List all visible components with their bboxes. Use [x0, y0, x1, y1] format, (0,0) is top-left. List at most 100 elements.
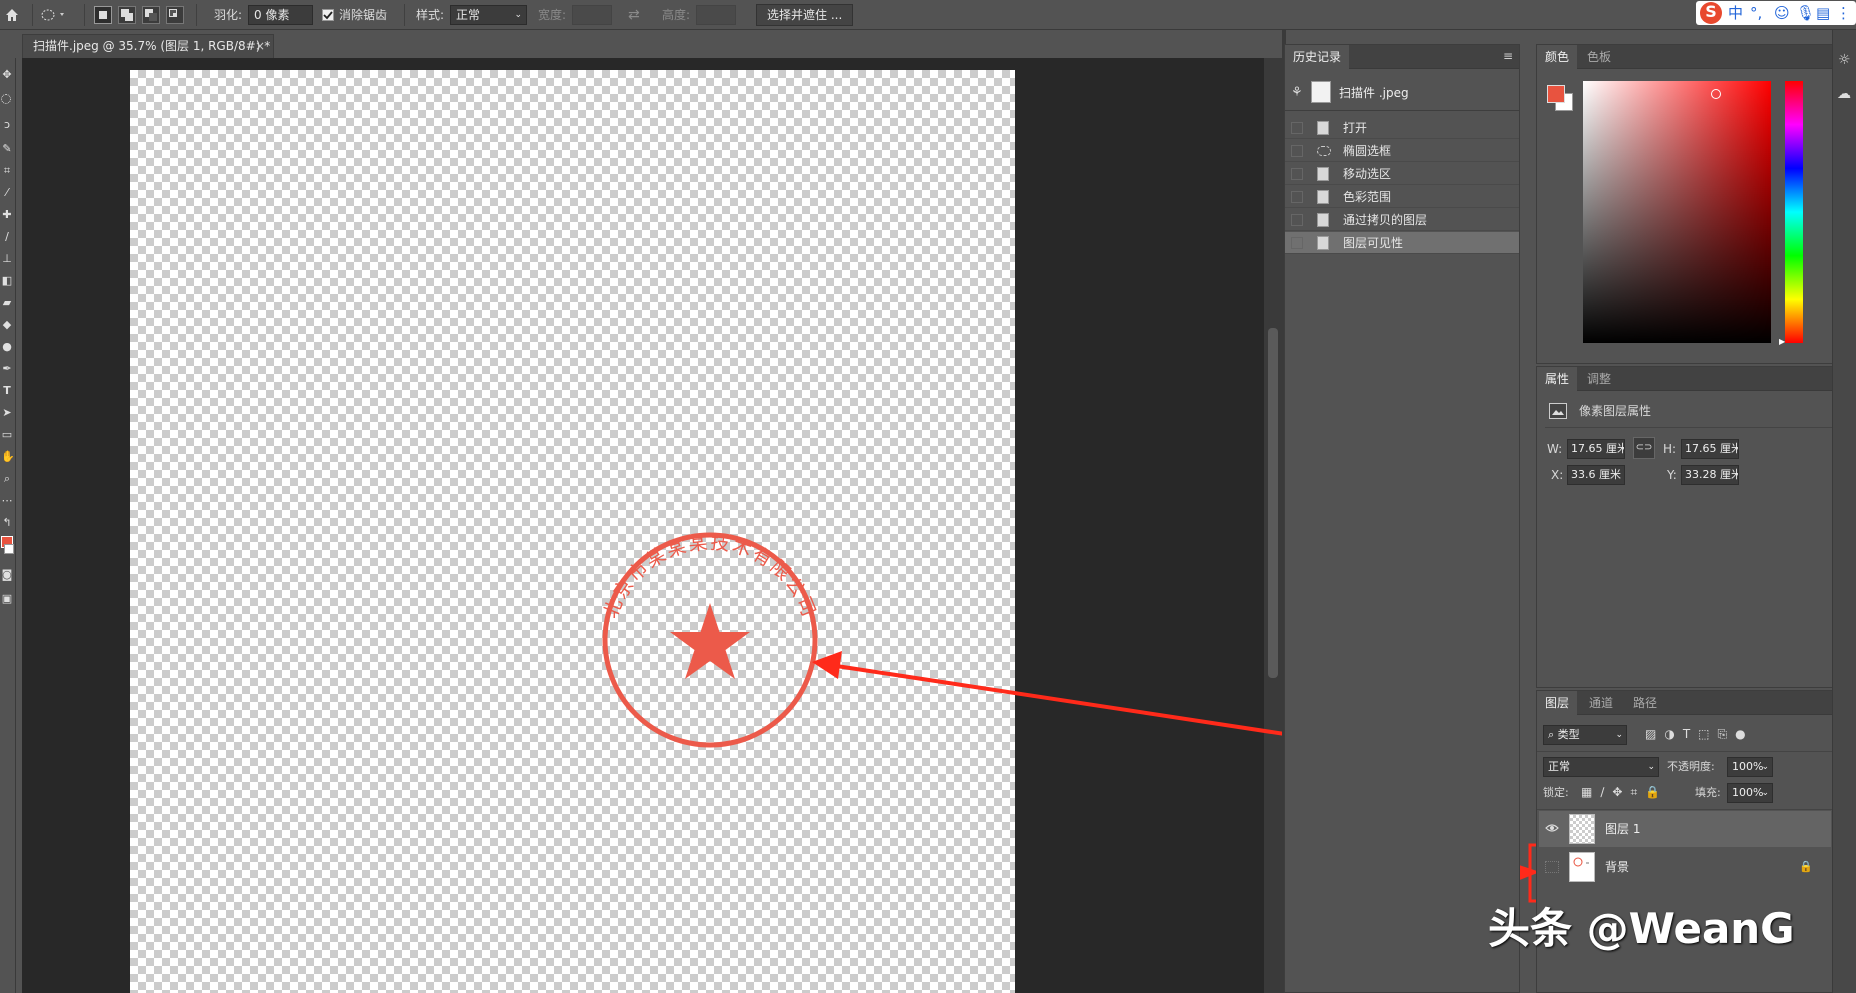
tab-layers[interactable]: 图层	[1537, 691, 1578, 715]
lock-transparent-icon[interactable]: ▦	[1581, 785, 1600, 799]
layer-filter-icons[interactable]: ▨◑T⬚⎘●	[1645, 727, 1754, 742]
hue-slider-handle[interactable]: ▶	[1779, 337, 1785, 346]
add-to-selection-button[interactable]	[118, 6, 136, 24]
fill-field[interactable]: 100% ⌄	[1727, 783, 1773, 803]
history-item[interactable]: 色彩范围	[1285, 186, 1519, 208]
blend-mode-select[interactable]: 正常 ⌄	[1543, 757, 1659, 777]
emoji-icon[interactable]: ☺	[1774, 3, 1790, 23]
lasso-tool-icon[interactable]: ↄ	[1, 118, 13, 132]
layer-row-layer1[interactable]: 图层 1	[1539, 811, 1831, 847]
filter-smart-object-icon[interactable]: ⎘	[1718, 727, 1736, 741]
width-input[interactable]	[572, 5, 612, 25]
panel-menu-icon[interactable]: ≡	[1503, 50, 1513, 62]
history-item[interactable]: 移动选区	[1285, 163, 1519, 185]
history-item[interactable]: 通过拷贝的图层	[1285, 209, 1519, 231]
zoom-tool-icon[interactable]: ⌕	[1, 472, 13, 486]
eraser-tool-icon[interactable]: ◧	[1, 274, 13, 288]
brush-tool-icon[interactable]: ∕	[1, 230, 13, 244]
screen-mode-icon[interactable]: ▣	[1, 592, 13, 606]
document-canvas[interactable]: 北京市某某某技术有限公司	[130, 70, 1015, 993]
gradient-tool-icon[interactable]: ▰	[1, 296, 13, 310]
select-and-mask-button[interactable]: 选择并遮住 ...	[756, 4, 854, 26]
path-selection-tool-icon[interactable]: ➤	[1, 406, 13, 420]
lock-options[interactable]: ▦∕✥⌗🔒	[1581, 785, 1668, 800]
type-tool-icon[interactable]: T	[1, 384, 13, 398]
foreground-color-chip[interactable]	[1547, 85, 1565, 103]
tab-properties[interactable]: 属性	[1537, 367, 1578, 391]
color-picker-cursor[interactable]	[1711, 89, 1721, 99]
ime-language-toggle[interactable]: 中	[1728, 3, 1743, 23]
learn-bulb-icon[interactable]: ☼	[1838, 52, 1851, 68]
home-icon[interactable]	[4, 0, 20, 30]
history-item-selected[interactable]: 图层可见性	[1285, 232, 1519, 254]
canvas-vertical-scrollbar[interactable]	[1264, 58, 1282, 993]
swap-icon[interactable]: ⇄	[628, 0, 640, 30]
opacity-field[interactable]: 100% ⌄	[1727, 757, 1773, 777]
more-tools-icon[interactable]: ⋯	[1, 494, 13, 508]
close-icon[interactable]: ×	[255, 35, 265, 57]
layer-name[interactable]: 图层 1	[1605, 811, 1640, 847]
hue-slider[interactable]	[1785, 81, 1803, 343]
healing-brush-tool-icon[interactable]: ✚	[1, 208, 13, 222]
tab-swatches[interactable]: 色板	[1579, 45, 1619, 69]
sogou-logo-icon[interactable]: S	[1700, 2, 1722, 24]
tab-paths[interactable]: 路径	[1625, 691, 1665, 715]
saturation-brightness-field[interactable]	[1583, 81, 1771, 343]
visibility-toggle-hidden[interactable]	[1545, 861, 1559, 873]
layer-name[interactable]: 背景	[1605, 849, 1629, 885]
background-color-swatch[interactable]	[4, 544, 14, 554]
lock-icon[interactable]: 🔒	[1799, 860, 1813, 873]
swap-colors-icon[interactable]: ↰	[1, 516, 13, 530]
x-field[interactable]: 33.6 厘米	[1567, 465, 1625, 485]
tab-history[interactable]: 历史记录	[1285, 45, 1350, 69]
quick-mask-icon[interactable]: ◙	[1, 568, 13, 582]
clipboard-icon[interactable]: ▤	[1816, 3, 1830, 23]
elliptical-marquee-tool-icon[interactable]	[1, 94, 11, 104]
lock-pixels-icon[interactable]: ∕	[1600, 785, 1612, 799]
y-field[interactable]: 33.28 厘米	[1681, 465, 1739, 485]
microphone-icon[interactable]: 🎙	[1796, 3, 1815, 23]
clone-stamp-tool-icon[interactable]: ⊥	[1, 252, 13, 266]
history-item[interactable]: 椭圆选框	[1285, 140, 1519, 162]
dodge-tool-icon[interactable]: ●	[1, 340, 13, 354]
eyedropper-tool-icon[interactable]: ⁄	[1, 186, 13, 200]
grid-icon[interactable]: ⋮	[1836, 3, 1851, 23]
lock-artboard-icon[interactable]: ⌗	[1630, 785, 1645, 799]
move-tool-icon[interactable]: ✥	[1, 68, 13, 82]
new-selection-button[interactable]	[94, 6, 112, 24]
antialias-checkbox[interactable]: 消除锯齿	[322, 0, 387, 30]
subtract-from-selection-button[interactable]	[142, 6, 160, 24]
filter-shape-icon[interactable]: ⬚	[1698, 727, 1717, 741]
scrollbar-thumb[interactable]	[1268, 328, 1278, 678]
height-field[interactable]: 17.65 厘米	[1681, 439, 1739, 459]
filter-type-icon[interactable]: T	[1683, 727, 1698, 741]
eye-visibility-icon[interactable]	[1545, 823, 1559, 833]
libraries-icon[interactable]: ☁	[1837, 86, 1851, 102]
layer-row-background[interactable]: 背景 🔒	[1539, 849, 1831, 885]
tab-channels[interactable]: 通道	[1581, 691, 1621, 715]
document-tab[interactable]: 扫描件.jpeg @ 35.7% (图层 1, RGB/8#) * ×	[22, 34, 274, 58]
history-snapshot-row[interactable]: ⚘ 扫描件 .jpeg	[1285, 75, 1519, 111]
lock-all-icon[interactable]: 🔒	[1645, 785, 1668, 799]
shape-tool-icon[interactable]: ▭	[1, 428, 13, 442]
width-field[interactable]: 17.65 厘米	[1567, 439, 1625, 459]
ime-punctuation-toggle[interactable]: °,	[1750, 3, 1762, 23]
tab-adjustments[interactable]: 调整	[1579, 367, 1619, 391]
hand-tool-icon[interactable]: ✋	[1, 450, 15, 464]
filter-pixel-icon[interactable]: ▨	[1645, 727, 1664, 741]
link-icon[interactable]: ⊂⊃	[1633, 437, 1655, 459]
filter-toggle-icon[interactable]: ●	[1735, 727, 1753, 741]
feather-input[interactable]: 0 像素	[248, 5, 313, 25]
filter-adjustment-icon[interactable]: ◑	[1664, 727, 1682, 741]
pen-tool-icon[interactable]: ✒	[1, 362, 13, 376]
elliptical-marquee-preset-icon[interactable]	[40, 0, 68, 30]
crop-tool-icon[interactable]: ⌗	[1, 164, 13, 178]
height-input[interactable]	[696, 5, 736, 25]
quick-selection-tool-icon[interactable]: ✎	[1, 142, 13, 156]
style-select[interactable]: 正常 ⌄	[450, 5, 527, 25]
intersect-selection-button[interactable]	[166, 6, 184, 24]
lock-position-icon[interactable]: ✥	[1612, 785, 1630, 799]
tab-color[interactable]: 颜色	[1537, 45, 1578, 69]
history-item[interactable]: 打开	[1285, 117, 1519, 139]
blur-tool-icon[interactable]: ◆	[1, 318, 13, 332]
